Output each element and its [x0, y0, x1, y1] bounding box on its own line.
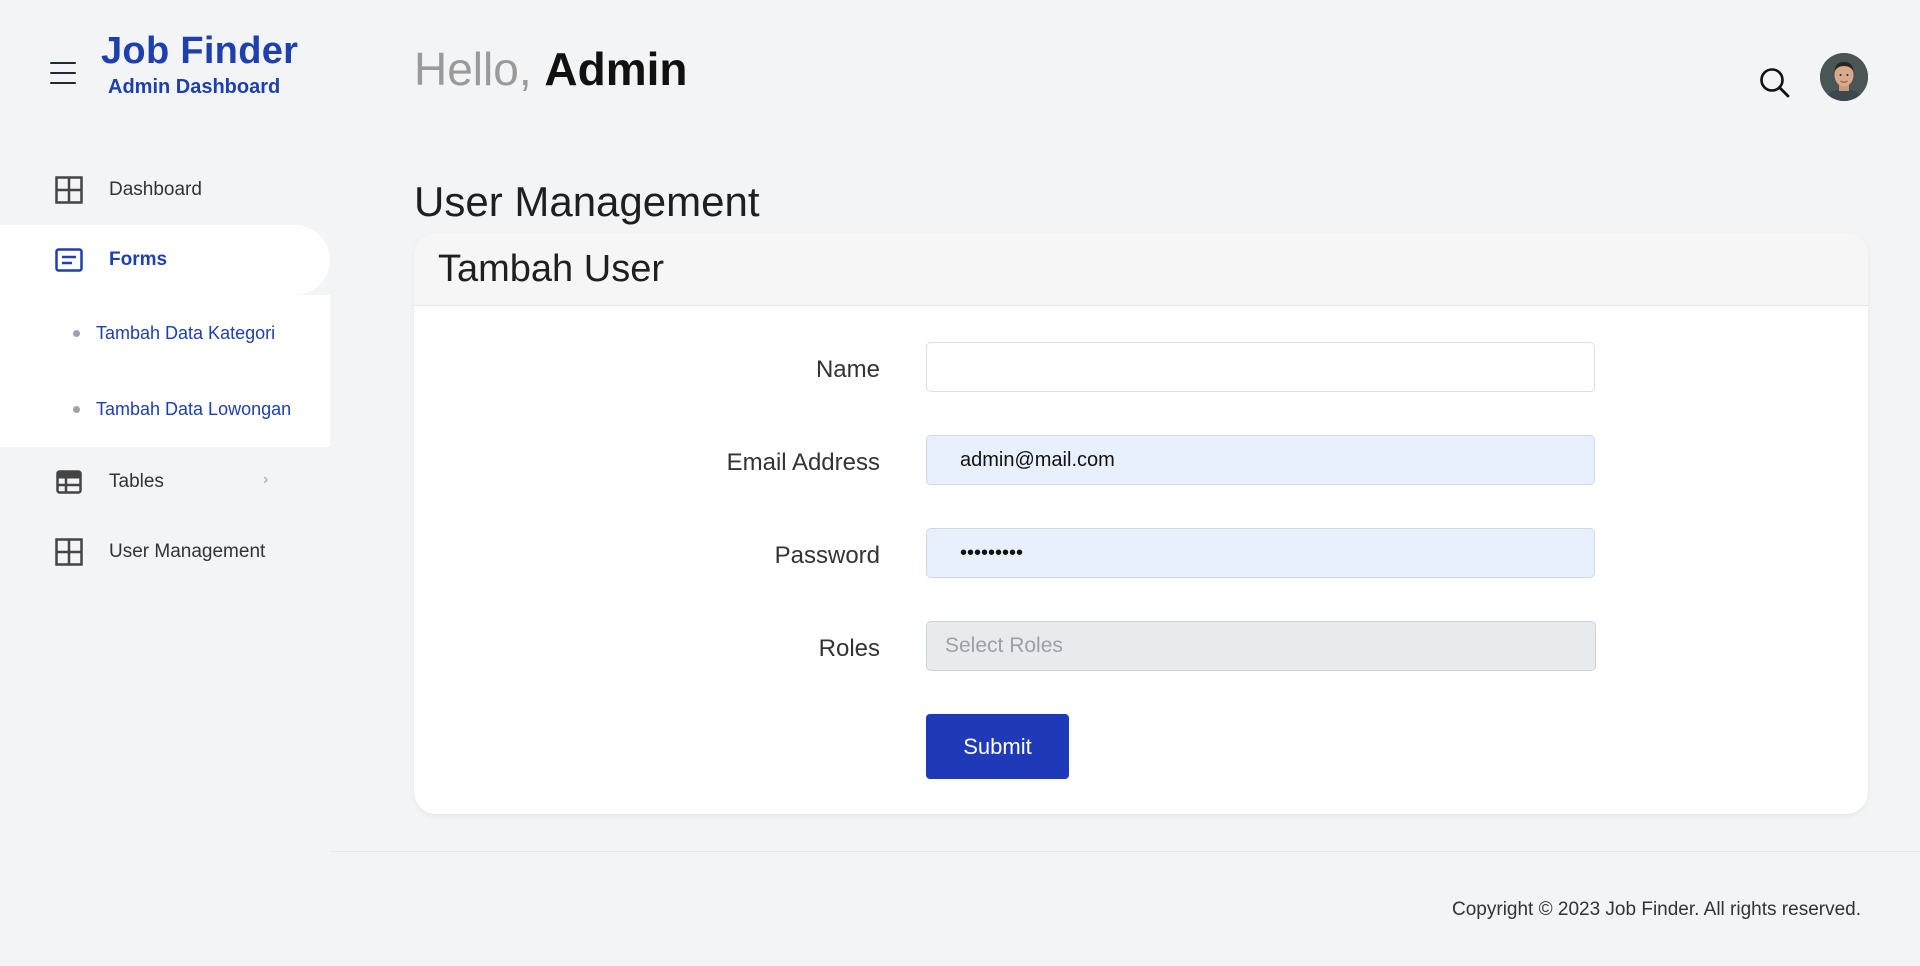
password-label: Password	[774, 542, 880, 569]
form-icon	[55, 246, 83, 274]
name-row: Name	[414, 342, 1868, 392]
name-field[interactable]	[926, 342, 1595, 392]
page-title: User Management	[414, 178, 760, 225]
card-header: Tambah User	[414, 233, 1868, 306]
greeting: Hello, Admin	[414, 42, 688, 96]
submit-button[interactable]: Submit	[926, 714, 1069, 779]
brand-text: Job Finder Admin Dashboard	[101, 30, 298, 99]
copyright: Copyright © 2023 Job Finder. All rights …	[1452, 899, 1861, 920]
avatar[interactable]	[1820, 53, 1868, 101]
submenu-item-label: Tambah Data Lowongan	[96, 398, 292, 419]
submenu-item-tambah-lowongan[interactable]: Tambah Data Lowongan	[0, 371, 330, 447]
sidebar-item-dashboard[interactable]: Dashboard	[0, 155, 330, 225]
email-field[interactable]	[926, 435, 1595, 485]
brand: Job Finder Admin Dashboard	[50, 30, 298, 99]
submenu-item-label: Tambah Data Kategori	[96, 322, 276, 343]
footer-divider	[330, 851, 1920, 852]
name-label: Name	[815, 356, 880, 383]
greeting-user: Admin	[544, 43, 688, 95]
email-label: Email Address	[726, 449, 880, 476]
brand-title[interactable]: Job Finder	[101, 30, 298, 72]
sidebar-item-tables[interactable]: Tables ›	[0, 447, 330, 517]
sidebar-nav: Dashboard Forms Tambah Data Kategori Tam…	[0, 155, 330, 587]
sidebar-item-label: Forms	[109, 249, 168, 270]
roles-select[interactable]: Select Roles	[926, 621, 1596, 671]
chevron-right-icon: ›	[263, 471, 269, 488]
roles-label: Roles	[818, 635, 880, 662]
bullet-icon	[73, 329, 80, 337]
menu-toggle-icon[interactable]	[50, 62, 76, 84]
password-field[interactable]	[926, 528, 1595, 578]
email-row: Email Address	[414, 435, 1868, 485]
search-icon[interactable]	[1758, 66, 1792, 100]
submenu-item-tambah-kategori[interactable]: Tambah Data Kategori	[0, 295, 330, 371]
greeting-text: Hello,	[414, 43, 532, 95]
form-card: Tambah User Name Email Address Password …	[414, 233, 1868, 814]
table-icon	[55, 468, 83, 496]
sidebar-item-forms[interactable]: Forms	[0, 225, 330, 295]
card-title: Tambah User	[438, 247, 664, 290]
roles-row: Roles Select Roles	[414, 621, 1868, 671]
roles-placeholder: Select Roles	[945, 634, 1063, 657]
grid-icon	[55, 538, 83, 566]
sidebar-item-label: Dashboard	[109, 179, 202, 200]
bullet-icon	[73, 405, 80, 413]
sidebar: Job Finder Admin Dashboard Dashboard For…	[0, 0, 330, 966]
sidebar-item-label: User Management	[109, 541, 266, 562]
grid-icon	[55, 176, 83, 204]
forms-submenu: Tambah Data Kategori Tambah Data Lowonga…	[0, 295, 330, 447]
brand-subtitle: Admin Dashboard	[108, 76, 281, 98]
password-row: Password	[414, 528, 1868, 578]
sidebar-item-label: Tables	[109, 471, 164, 492]
sidebar-item-user-management[interactable]: User Management	[0, 517, 330, 587]
